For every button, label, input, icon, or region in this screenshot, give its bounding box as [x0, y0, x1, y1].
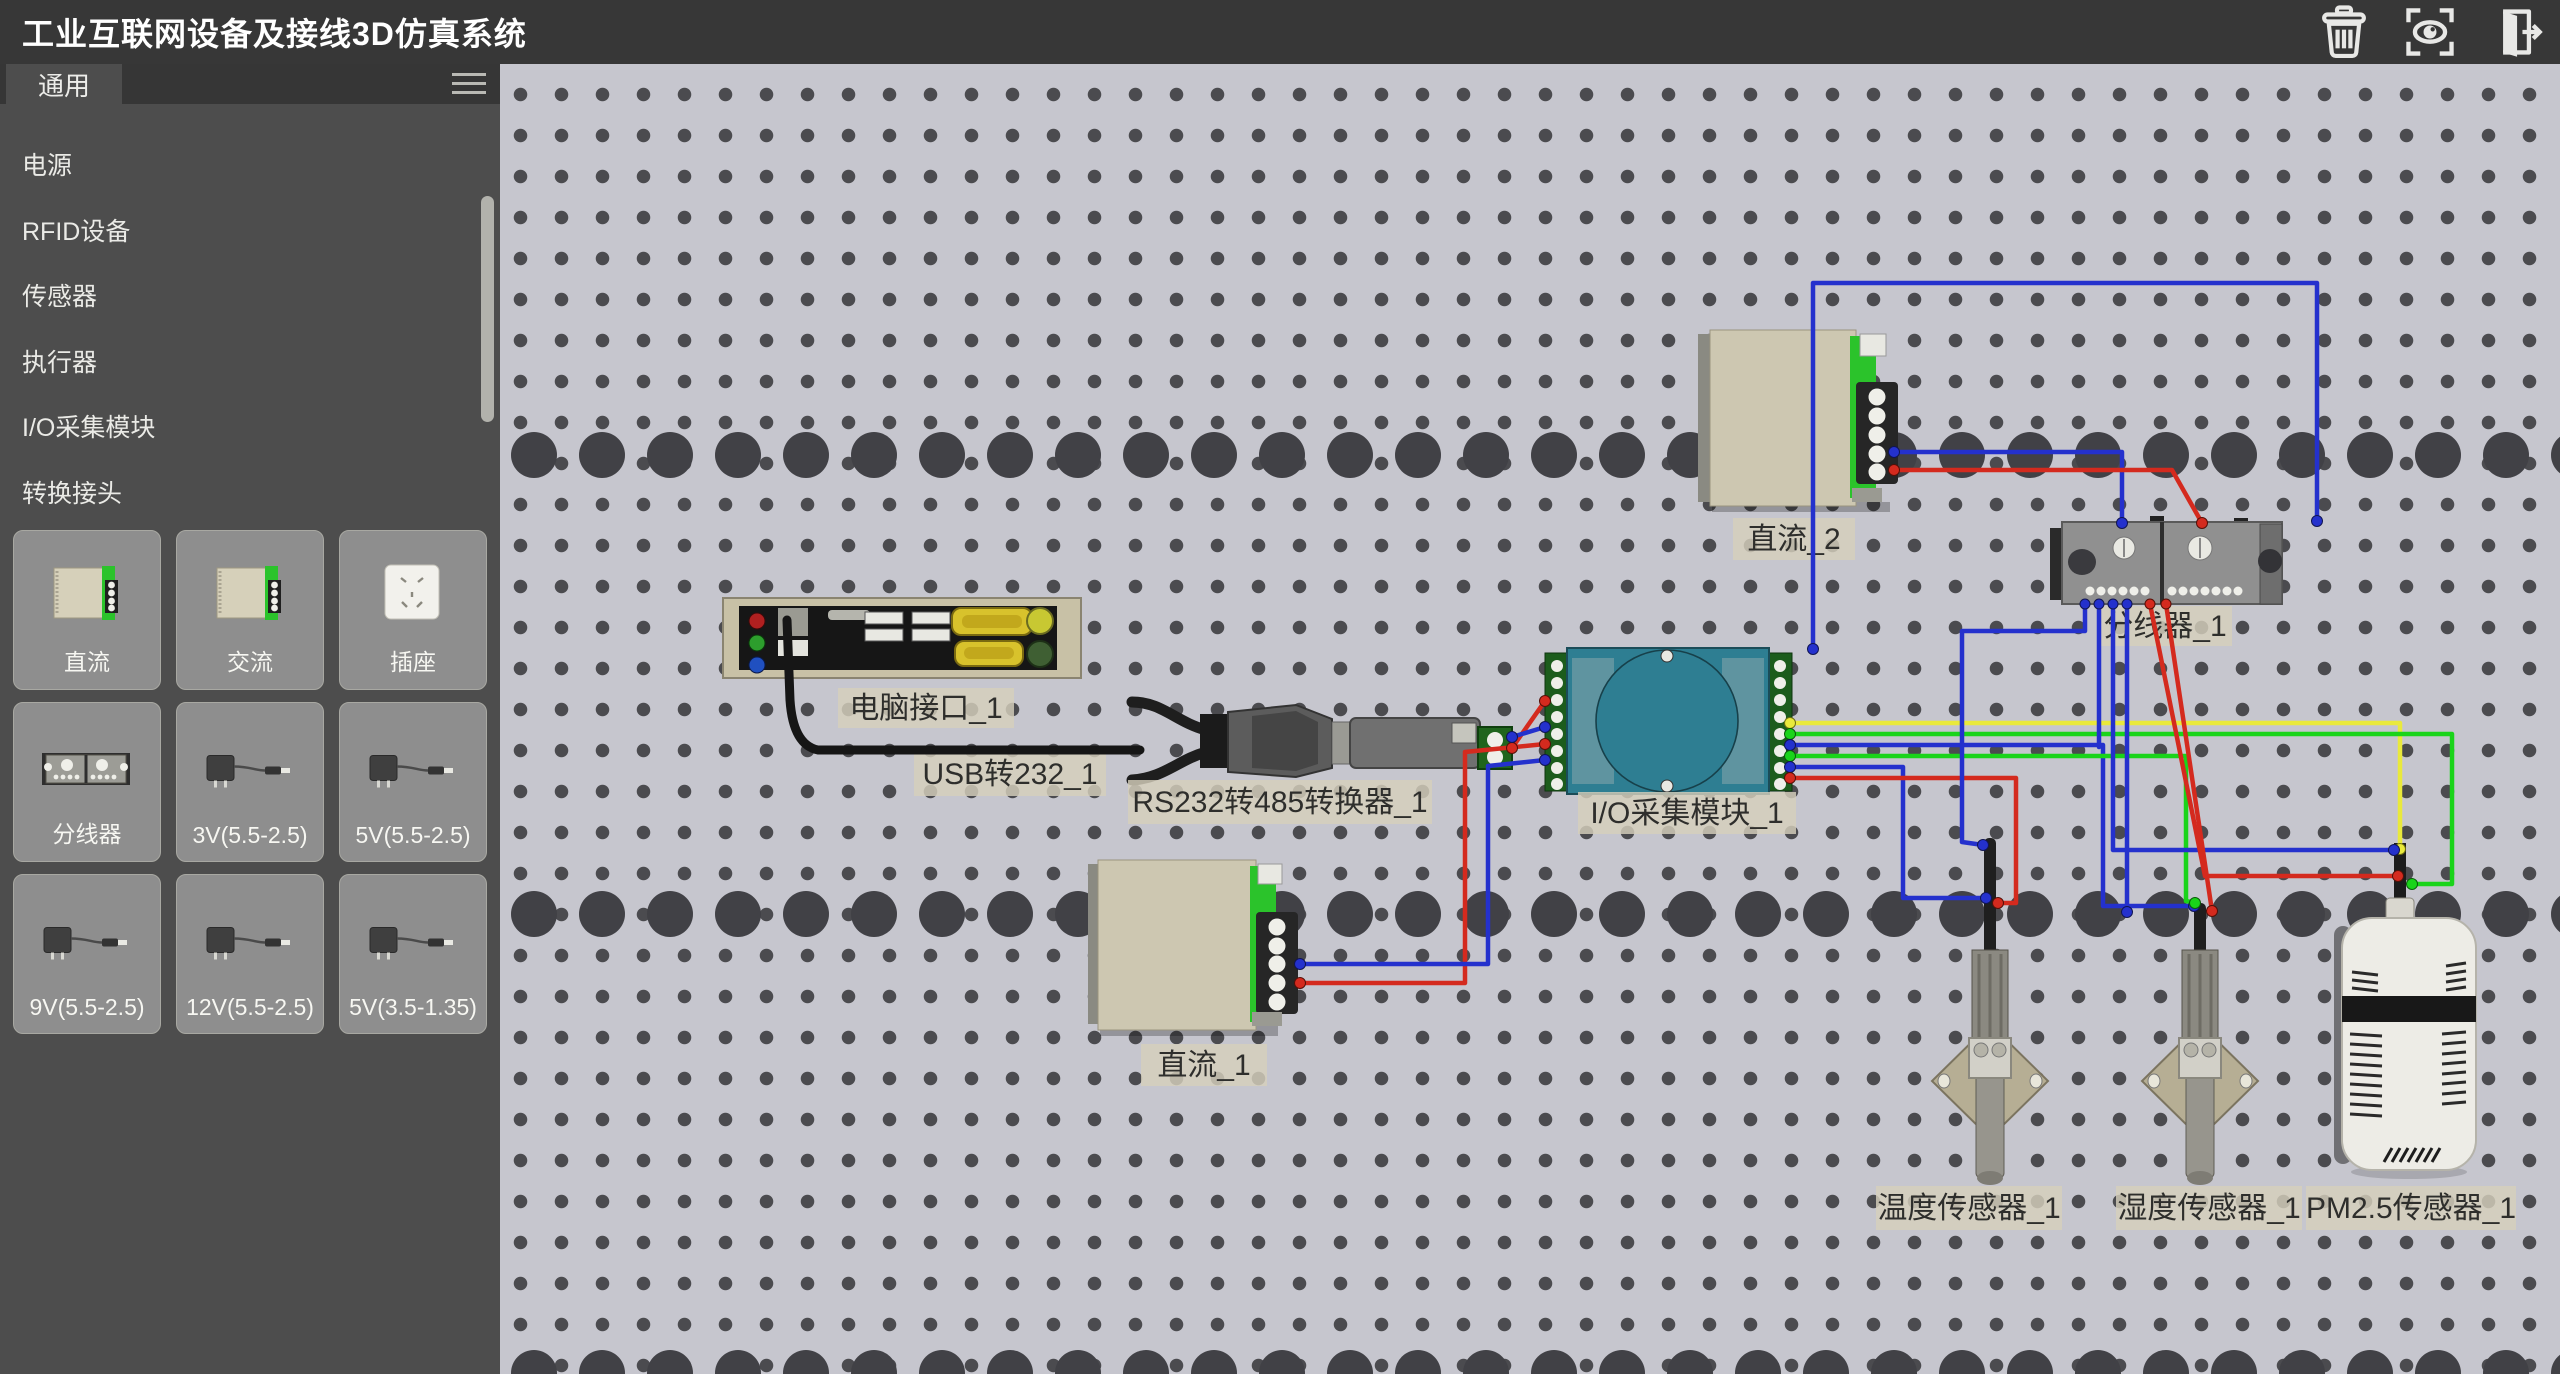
- label-dc2: 直流_2: [1733, 518, 1855, 560]
- label-pm25: PM2.5传感器_1: [2306, 1186, 2516, 1230]
- svg-text:湿度传感器_1: 湿度传感器_1: [2117, 1192, 2300, 1225]
- svg-text:分线器_1: 分线器_1: [2103, 610, 2226, 643]
- category-actuator[interactable]: 执行器: [22, 331, 492, 397]
- wire-io-pm25-yellow: [1790, 723, 2400, 849]
- tab-general[interactable]: 通用: [6, 64, 122, 104]
- adapter-icon: [368, 717, 458, 822]
- category-io[interactable]: I/O采集模块: [22, 396, 492, 462]
- sidebar-scrollbar[interactable]: [481, 196, 494, 422]
- sidebar-header: 通用: [0, 64, 500, 104]
- category-adapter[interactable]: 转换接头: [22, 462, 492, 528]
- label-dc1: 直流_1: [1141, 1044, 1267, 1086]
- menu-icon[interactable]: [452, 73, 486, 97]
- category-rfid[interactable]: RFID设备: [22, 200, 492, 266]
- trash-icon[interactable]: [2316, 4, 2372, 60]
- svg-text:I/O采集模块_1: I/O采集模块_1: [1590, 797, 1783, 830]
- wire-io-dc1-red: [1300, 744, 1545, 983]
- device-palette: 直流 交流 插座 分线器 3V(5.5-2.5) 5V(5.5-2.5) 9V(…: [13, 530, 487, 1034]
- palette-item-5v[interactable]: 5V(5.5-2.5): [339, 702, 487, 862]
- svg-text:温度传感器_1: 温度传感器_1: [1877, 1192, 2060, 1225]
- app-title: 工业互联网设备及接线3D仿真系统: [22, 9, 527, 55]
- palette-item-socket[interactable]: 插座: [339, 530, 487, 690]
- svg-text:USB转232_1: USB转232_1: [922, 758, 1097, 791]
- adapter-icon: [368, 889, 458, 994]
- exit-icon[interactable]: [2488, 4, 2544, 60]
- simulation-canvas[interactable]: 电脑接口_1 USB转232_1 RS232转485转换器_1 I/O采集模块_…: [500, 64, 2560, 1374]
- category-sensor[interactable]: 传感器: [22, 265, 492, 331]
- svg-text:直流_1: 直流_1: [1157, 1049, 1250, 1082]
- device-dc-power-2[interactable]: [1698, 330, 1898, 512]
- palette-item-ac[interactable]: 交流: [176, 530, 324, 690]
- palette-item-12v[interactable]: 12V(5.5-2.5): [176, 874, 324, 1034]
- device-splitter[interactable]: [2050, 516, 2282, 604]
- device-pc-interface[interactable]: [723, 598, 1081, 678]
- palette-item-5v-small[interactable]: 5V(3.5-1.35): [339, 874, 487, 1034]
- device-dc-power-1[interactable]: [1088, 860, 1298, 1036]
- sidebar: 通用 电源 RFID设备 传感器 执行器 I/O采集模块 转换接头: [0, 64, 500, 1374]
- wire-io-temp-blue: [1790, 767, 1986, 898]
- device-io-module[interactable]: [1545, 648, 1792, 794]
- label-rs485: RS232转485转换器_1: [1128, 780, 1432, 824]
- adapter-icon: [205, 717, 295, 822]
- svg-text:PM2.5传感器_1: PM2.5传感器_1: [2306, 1192, 2516, 1225]
- device-temp-sensor[interactable]: [1932, 838, 2048, 1185]
- category-power[interactable]: 电源: [22, 134, 492, 200]
- label-temp: 温度传感器_1: [1876, 1186, 2062, 1230]
- view-eye-icon[interactable]: [2402, 4, 2458, 60]
- svg-text:RS232转485转换器_1: RS232转485转换器_1: [1132, 786, 1427, 819]
- palette-item-3v[interactable]: 3V(5.5-2.5): [176, 702, 324, 862]
- label-io: I/O采集模块_1: [1578, 792, 1796, 834]
- palette-item-splitter[interactable]: 分线器: [13, 702, 161, 862]
- device-pm25-sensor[interactable]: [2334, 843, 2476, 1179]
- socket-icon: [384, 545, 442, 643]
- label-usb232: USB转232_1: [914, 752, 1106, 796]
- wire-dc2-splitter-red: [1894, 470, 2202, 523]
- device-usb232-rs485[interactable]: [1132, 702, 1512, 780]
- top-bar: 工业互联网设备及接线3D仿真系统: [0, 0, 2560, 64]
- label-humi: 湿度传感器_1: [2116, 1186, 2302, 1230]
- device-humidity-sensor[interactable]: [2142, 903, 2258, 1185]
- toolbar: [2316, 0, 2544, 64]
- palette-item-9v[interactable]: 9V(5.5-2.5): [13, 874, 161, 1034]
- palette-item-dc[interactable]: 直流: [13, 530, 161, 690]
- category-list: 电源 RFID设备 传感器 执行器 I/O采集模块 转换接头: [0, 104, 492, 527]
- svg-text:电脑接口_1: 电脑接口_1: [849, 692, 1002, 725]
- splitter-icon: [40, 717, 134, 815]
- ac-power-icon: [215, 545, 285, 643]
- adapter-icon: [42, 889, 132, 994]
- adapter-icon: [205, 889, 295, 994]
- label-pc: 电脑接口_1: [838, 688, 1014, 728]
- dc-power-icon: [52, 545, 122, 643]
- svg-text:直流_2: 直流_2: [1747, 523, 1840, 556]
